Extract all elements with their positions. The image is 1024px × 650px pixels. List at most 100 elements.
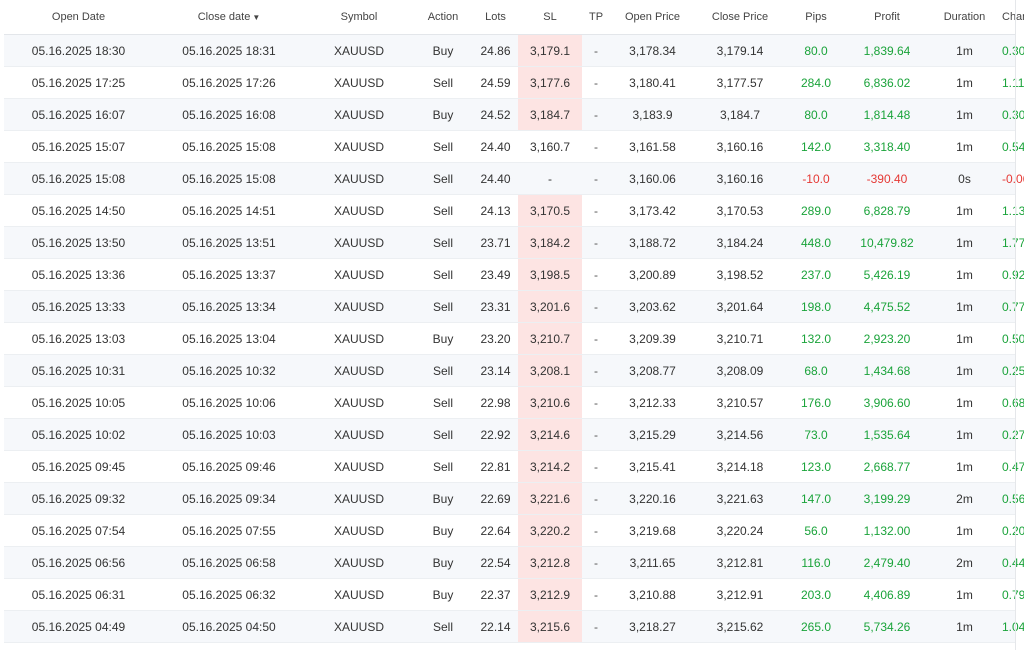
sl-cell: 3,212.8	[518, 546, 582, 579]
table-row[interactable]: 05.16.2025 10:31 05.16.2025 10:32 XAUUSD Se…	[4, 354, 1024, 387]
close-price-cell: 3,177.57	[695, 66, 785, 99]
duration-cell: 1m	[927, 450, 1002, 483]
action-cell: Sell	[413, 194, 473, 227]
table-row[interactable]: 05.16.2025 09:45 05.16.2025 09:46 XAUUSD Se…	[4, 450, 1024, 483]
col-open-price[interactable]: Open Price	[610, 0, 695, 35]
table-row[interactable]: 05.16.2025 10:02 05.16.2025 10:03 XAUUSD Se…	[4, 418, 1024, 451]
close-date-cell: 05.16.2025 13:34	[153, 290, 305, 323]
col-lots[interactable]: Lots	[473, 0, 518, 35]
tp-cell: -	[582, 226, 610, 259]
table-row[interactable]: 05.16.2025 13:50 05.16.2025 13:51 XAUUSD Se…	[4, 226, 1024, 259]
sl-cell: 3,221.6	[518, 482, 582, 515]
action-cell: Buy	[413, 578, 473, 611]
table-row[interactable]: 05.16.2025 15:07 05.16.2025 15:08 XAUUSD Se…	[4, 130, 1024, 163]
table-row[interactable]: 05.16.2025 16:07 05.16.2025 16:08 XAUUSD Bu…	[4, 98, 1024, 131]
symbol-cell: XAUUSD	[305, 162, 413, 195]
col-close-price[interactable]: Close Price	[695, 0, 785, 35]
table-row[interactable]: 05.16.2025 06:56 05.16.2025 06:58 XAUUSD Bu…	[4, 546, 1024, 579]
tp-cell: -	[582, 290, 610, 323]
table-row[interactable]: 05.16.2025 13:33 05.16.2025 13:34 XAUUSD Se…	[4, 290, 1024, 323]
duration-cell: 1m	[927, 226, 1002, 259]
table-row[interactable]: 05.16.2025 07:54 05.16.2025 07:55 XAUUSD Bu…	[4, 514, 1024, 547]
pips-cell: 73.0	[785, 418, 847, 451]
lots-cell: 22.69	[473, 482, 518, 515]
open-date-cell: 05.16.2025 10:02	[4, 418, 153, 451]
lots-cell: 23.14	[473, 354, 518, 387]
col-tp[interactable]: TP	[582, 0, 610, 35]
action-cell: Buy	[413, 546, 473, 579]
close-date-cell: 05.16.2025 10:06	[153, 386, 305, 419]
lots-cell: 22.54	[473, 546, 518, 579]
lots-cell: 23.31	[473, 290, 518, 323]
open-price-cell: 3,180.41	[610, 66, 695, 99]
table-row[interactable]: 05.16.2025 15:08 05.16.2025 15:08 XAUUSD Se…	[4, 162, 1024, 195]
open-price-cell: 3,188.72	[610, 226, 695, 259]
action-cell: Sell	[413, 258, 473, 291]
close-date-cell: 05.16.2025 07:55	[153, 514, 305, 547]
tp-cell: -	[582, 578, 610, 611]
pips-cell: 142.0	[785, 130, 847, 163]
col-action[interactable]: Action	[413, 0, 473, 35]
pips-cell: 265.0	[785, 610, 847, 643]
change-cell: 0.54%	[1002, 130, 1024, 163]
action-cell: Buy	[413, 98, 473, 131]
profit-cell: 5,426.19	[847, 258, 927, 291]
open-date-cell: 05.16.2025 16:07	[4, 98, 153, 131]
tp-cell: -	[582, 258, 610, 291]
table-row[interactable]: 05.16.2025 13:36 05.16.2025 13:37 XAUUSD Se…	[4, 258, 1024, 291]
close-price-cell: 3,210.71	[695, 322, 785, 355]
table-row[interactable]: 05.16.2025 18:30 05.16.2025 18:31 XAUUSD Bu…	[4, 34, 1024, 67]
table-row[interactable]: 05.16.2025 06:31 05.16.2025 06:32 XAUUSD Bu…	[4, 578, 1024, 611]
sl-cell: 3,201.6	[518, 290, 582, 323]
open-date-cell: 05.16.2025 14:50	[4, 194, 153, 227]
open-date-cell: 05.16.2025 13:03	[4, 322, 153, 355]
table-row[interactable]: 05.16.2025 10:05 05.16.2025 10:06 XAUUSD Se…	[4, 386, 1024, 419]
close-price-cell: 3,210.57	[695, 386, 785, 419]
open-price-cell: 3,203.62	[610, 290, 695, 323]
tp-cell: -	[582, 130, 610, 163]
symbol-cell: XAUUSD	[305, 258, 413, 291]
table-row[interactable]: 05.16.2025 17:25 05.16.2025 17:26 XAUUSD Se…	[4, 66, 1024, 99]
close-price-cell: 3,160.16	[695, 162, 785, 195]
action-cell: Sell	[413, 66, 473, 99]
close-date-cell: 05.16.2025 10:03	[153, 418, 305, 451]
sl-cell: 3,177.6	[518, 66, 582, 99]
close-date-cell: 05.16.2025 14:51	[153, 194, 305, 227]
table-row[interactable]: 05.16.2025 04:49 05.16.2025 04:50 XAUUSD Se…	[4, 610, 1024, 643]
col-pips[interactable]: Pips	[785, 0, 847, 35]
symbol-cell: XAUUSD	[305, 418, 413, 451]
duration-cell: 1m	[927, 578, 1002, 611]
sl-cell: 3,184.2	[518, 226, 582, 259]
action-cell: Sell	[413, 610, 473, 643]
table-row[interactable]: 05.16.2025 13:03 05.16.2025 13:04 XAUUSD Bu…	[4, 322, 1024, 355]
sl-cell: 3,160.7	[518, 130, 582, 163]
duration-cell: 1m	[927, 322, 1002, 355]
change-cell: 0.27%	[1002, 418, 1024, 451]
sl-cell: 3,220.2	[518, 514, 582, 547]
pips-cell: 237.0	[785, 258, 847, 291]
col-symbol[interactable]: Symbol	[305, 0, 413, 35]
sl-cell: 3,184.7	[518, 98, 582, 131]
close-date-cell: 05.16.2025 13:37	[153, 258, 305, 291]
col-change[interactable]: Change	[1002, 0, 1024, 35]
sl-cell: 3,210.7	[518, 322, 582, 355]
open-date-cell: 05.16.2025 09:32	[4, 482, 153, 515]
col-duration[interactable]: Duration	[927, 0, 1002, 35]
close-price-cell: 3,160.16	[695, 130, 785, 163]
col-close-date[interactable]: Close date ▼	[153, 0, 305, 35]
col-open-date[interactable]: Open Date	[4, 0, 153, 35]
change-cell: 0.79%	[1002, 578, 1024, 611]
col-sl[interactable]: SL	[518, 0, 582, 35]
table-row[interactable]: 05.16.2025 14:50 05.16.2025 14:51 XAUUSD Se…	[4, 194, 1024, 227]
table-row[interactable]: 05.16.2025 09:32 05.16.2025 09:34 XAUUSD Bu…	[4, 482, 1024, 515]
symbol-cell: XAUUSD	[305, 130, 413, 163]
open-date-cell: 05.16.2025 15:08	[4, 162, 153, 195]
open-date-cell: 05.16.2025 13:50	[4, 226, 153, 259]
close-price-cell: 3,215.62	[695, 610, 785, 643]
open-date-cell: 05.16.2025 10:31	[4, 354, 153, 387]
profit-cell: 3,199.29	[847, 482, 927, 515]
col-profit[interactable]: Profit	[847, 0, 927, 35]
open-price-cell: 3,173.42	[610, 194, 695, 227]
change-cell: 1.77%	[1002, 226, 1024, 259]
action-cell: Sell	[413, 290, 473, 323]
